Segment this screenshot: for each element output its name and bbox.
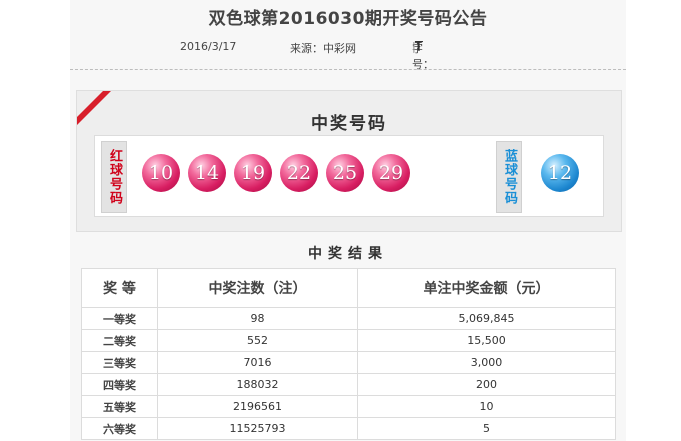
winning-numbers-title: 中奖号码 xyxy=(311,114,387,134)
prize-rank: 四等奖 xyxy=(81,373,158,396)
prize-amount: 15,500 xyxy=(357,329,616,352)
red-ball: 22 xyxy=(280,154,318,192)
table-row: 四等奖 188032 200 xyxy=(81,373,616,396)
blue-ball: 12 xyxy=(541,154,579,192)
column-header-amount: 单注中奖金额（元） xyxy=(357,268,616,308)
winning-numbers-box: 中奖号码 红球号码 10 14 19 22 25 29 蓝球号码 12 xyxy=(76,90,622,232)
winner-count: 2196561 xyxy=(157,395,358,418)
prize-amount: 5,069,845 xyxy=(357,307,616,330)
red-ball: 10 xyxy=(142,154,180,192)
table-row: 五等奖 2196561 10 xyxy=(81,395,616,418)
balls-panel: 红球号码 10 14 19 22 25 29 蓝球号码 12 xyxy=(94,135,604,217)
blue-ball-label: 蓝球号码 xyxy=(496,141,522,213)
prize-amount: 3,000 xyxy=(357,351,616,374)
prize-amount: 10 xyxy=(357,395,616,418)
article-source: 来源：中彩网 xyxy=(290,42,356,55)
winner-count: 7016 xyxy=(157,351,358,374)
winner-count: 98 xyxy=(157,307,358,330)
article-meta: 2016/3/17 来源：中彩网 字号： T | T | T xyxy=(70,40,626,71)
results-title: 中奖结果 xyxy=(308,246,388,262)
page-title: 双色球第2016030期开奖号码公告 xyxy=(208,9,488,29)
prize-rank: 六等奖 xyxy=(81,417,158,440)
table-row: 一等奖 98 5,069,845 xyxy=(81,307,616,330)
prize-rank: 二等奖 xyxy=(81,329,158,352)
winner-count: 11525793 xyxy=(157,417,358,440)
column-header-count: 中奖注数（注） xyxy=(157,268,358,308)
prize-rank: 三等奖 xyxy=(81,351,158,374)
red-ball: 19 xyxy=(234,154,272,192)
table-row: 六等奖 11525793 5 xyxy=(81,417,616,440)
table-header-row: 奖 等 中奖注数（注） 单注中奖金额（元） xyxy=(81,268,616,308)
winner-count: 188032 xyxy=(157,373,358,396)
red-ball: 14 xyxy=(188,154,226,192)
results-table: 奖 等 中奖注数（注） 单注中奖金额（元） 一等奖 98 5,069,845 二… xyxy=(81,268,616,440)
red-ball: 25 xyxy=(326,154,364,192)
red-ball: 29 xyxy=(372,154,410,192)
prize-amount: 5 xyxy=(357,417,616,440)
column-header-rank: 奖 等 xyxy=(81,268,158,308)
font-size-large-button[interactable]: T xyxy=(412,40,426,55)
header-divider xyxy=(70,69,626,70)
prize-amount: 200 xyxy=(357,373,616,396)
table-row: 二等奖 552 15,500 xyxy=(81,329,616,352)
publish-date: 2016/3/17 xyxy=(180,40,237,53)
prize-rank: 一等奖 xyxy=(81,307,158,330)
winner-count: 552 xyxy=(157,329,358,352)
table-row: 三等奖 7016 3,000 xyxy=(81,351,616,374)
prize-rank: 五等奖 xyxy=(81,395,158,418)
red-ball-label: 红球号码 xyxy=(101,141,127,213)
